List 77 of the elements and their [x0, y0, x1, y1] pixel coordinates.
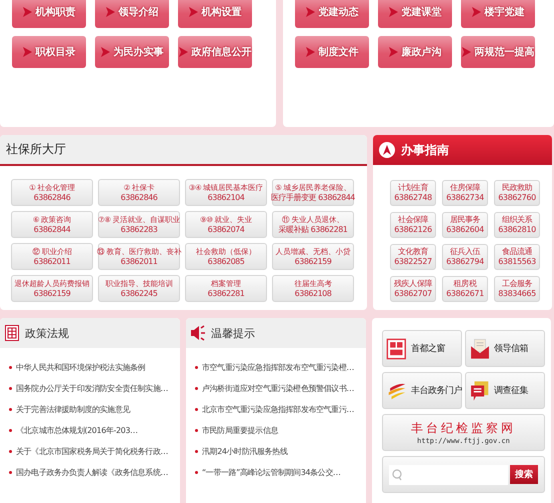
compass-icon [379, 142, 395, 158]
menu-button[interactable]: 党建课堂 [378, 0, 452, 28]
link-button[interactable]: 调查征集 [465, 372, 545, 409]
arrow-icon [472, 7, 480, 17]
bullet-icon [195, 408, 198, 410]
envelope-icon [469, 336, 491, 360]
service-button[interactable]: 住房保障 63862734 [442, 180, 488, 206]
menu-button[interactable]: 两规范一提高 [461, 36, 535, 68]
speaker-icon [191, 325, 205, 341]
document-icon [5, 325, 19, 341]
service-button[interactable]: 居民事务 63862604 [442, 212, 488, 238]
menu-button[interactable]: 机构职责 [12, 0, 86, 28]
arrow-icon [306, 7, 314, 17]
bullet-icon [195, 450, 198, 452]
search-icon [392, 468, 402, 480]
arrow-icon [188, 7, 198, 17]
link-button[interactable]: 领导信箱 [465, 330, 545, 367]
service-button[interactable]: 组织关系 63862810 [494, 212, 540, 238]
menu-button[interactable]: 楼宇党建 [461, 0, 535, 28]
service-button[interactable]: 社会保障 63862126 [390, 212, 436, 238]
news-link[interactable]: 国务院办公厅关于印发消防安全责任制实施… [16, 382, 168, 394]
arrow-icon [388, 47, 398, 57]
service-button[interactable]: 文化教育 63822527 [390, 244, 436, 270]
bullet-icon [9, 428, 12, 432]
menu-button[interactable]: 机构设置 [178, 0, 252, 28]
panel-title: 办事指南 [401, 142, 449, 158]
link-button[interactable]: 丰台政务门户 [382, 372, 462, 409]
search-field[interactable] [389, 464, 508, 484]
service-button[interactable]: 食品流通 63815563 [494, 244, 540, 270]
arrow-icon [22, 7, 32, 17]
bullet-icon [9, 408, 12, 410]
search-button[interactable]: 搜索 [510, 465, 538, 484]
arrow-icon [462, 47, 470, 57]
news-link[interactable]: 关于完善法律援助制度的实施意见 [16, 404, 130, 414]
arrow-icon [100, 47, 110, 57]
arrow-icon [22, 47, 32, 57]
news-link[interactable]: 北京市空气重污染应急指挥部发布空气重污… [202, 404, 354, 414]
link-button[interactable]: 首都之窗 [382, 330, 462, 367]
service-button[interactable]: 残疾人保障 63862707 [390, 276, 436, 302]
menu-button[interactable]: 政府信息公开 [178, 36, 252, 68]
menu-button[interactable]: 领导介绍 [95, 0, 169, 28]
bullet-icon [9, 386, 12, 390]
bullet-icon [195, 428, 198, 432]
service-button[interactable]: 租房税 63862671 [442, 276, 488, 302]
news-link[interactable]: 汛期24小时防汛服务热线 [202, 446, 288, 456]
service-button[interactable]: 工会服务 83834665 [494, 276, 540, 302]
panel-title: 温馨提示 [211, 326, 255, 340]
bullet-icon [195, 386, 198, 390]
news-link[interactable]: 国办电子政务办负责人解读《政务信息系统… [16, 466, 168, 478]
panel-title: 社保所大厅 [6, 141, 66, 158]
news-link[interactable]: 市民防局重要提示信息 [202, 424, 278, 436]
bullet-icon [9, 470, 12, 474]
arrow-icon [178, 47, 188, 57]
service-button[interactable]: 征兵入伍 63862794 [442, 244, 488, 270]
panel-title: 政策法规 [25, 326, 69, 340]
menu-button[interactable]: 制度文件 [295, 36, 369, 68]
menu-button[interactable]: 为民办实事 [95, 36, 169, 68]
bullet-icon [195, 366, 198, 368]
bullet-icon [9, 450, 12, 452]
news-link[interactable]: 市空气重污染应急指挥部发布空气重污染橙… [202, 362, 354, 372]
service-button[interactable]: 民政救助 63862760 [494, 180, 540, 206]
window-logo-icon [386, 336, 408, 360]
news-link[interactable]: 中华人民共和国环境保护税法实施条例 [16, 362, 146, 372]
news-link[interactable]: 《北京城市总体规划(2016年-203… [16, 424, 138, 436]
bullet-icon [9, 366, 12, 368]
menu-button[interactable]: 廉政卢沟 [378, 36, 452, 68]
chat-note-icon [469, 378, 491, 402]
arrow-icon [106, 7, 114, 17]
menu-button[interactable]: 党建动态 [295, 0, 369, 28]
news-link[interactable]: 卢沟桥街道应对空气重污染橙色预警倡议书… [202, 382, 354, 394]
service-button[interactable]: 计划生育 63862748 [390, 180, 436, 206]
menu-button[interactable]: 职权目录 [12, 36, 86, 68]
news-link[interactable]: 关于《北京市国家税务局关于简化税务行政… [16, 446, 168, 456]
news-link[interactable]: “一带一路”高峰论坛管制期间34条公交… [202, 466, 340, 478]
arrow-icon [306, 47, 314, 57]
arrow-icon [388, 7, 398, 17]
bullet-icon [195, 470, 198, 474]
